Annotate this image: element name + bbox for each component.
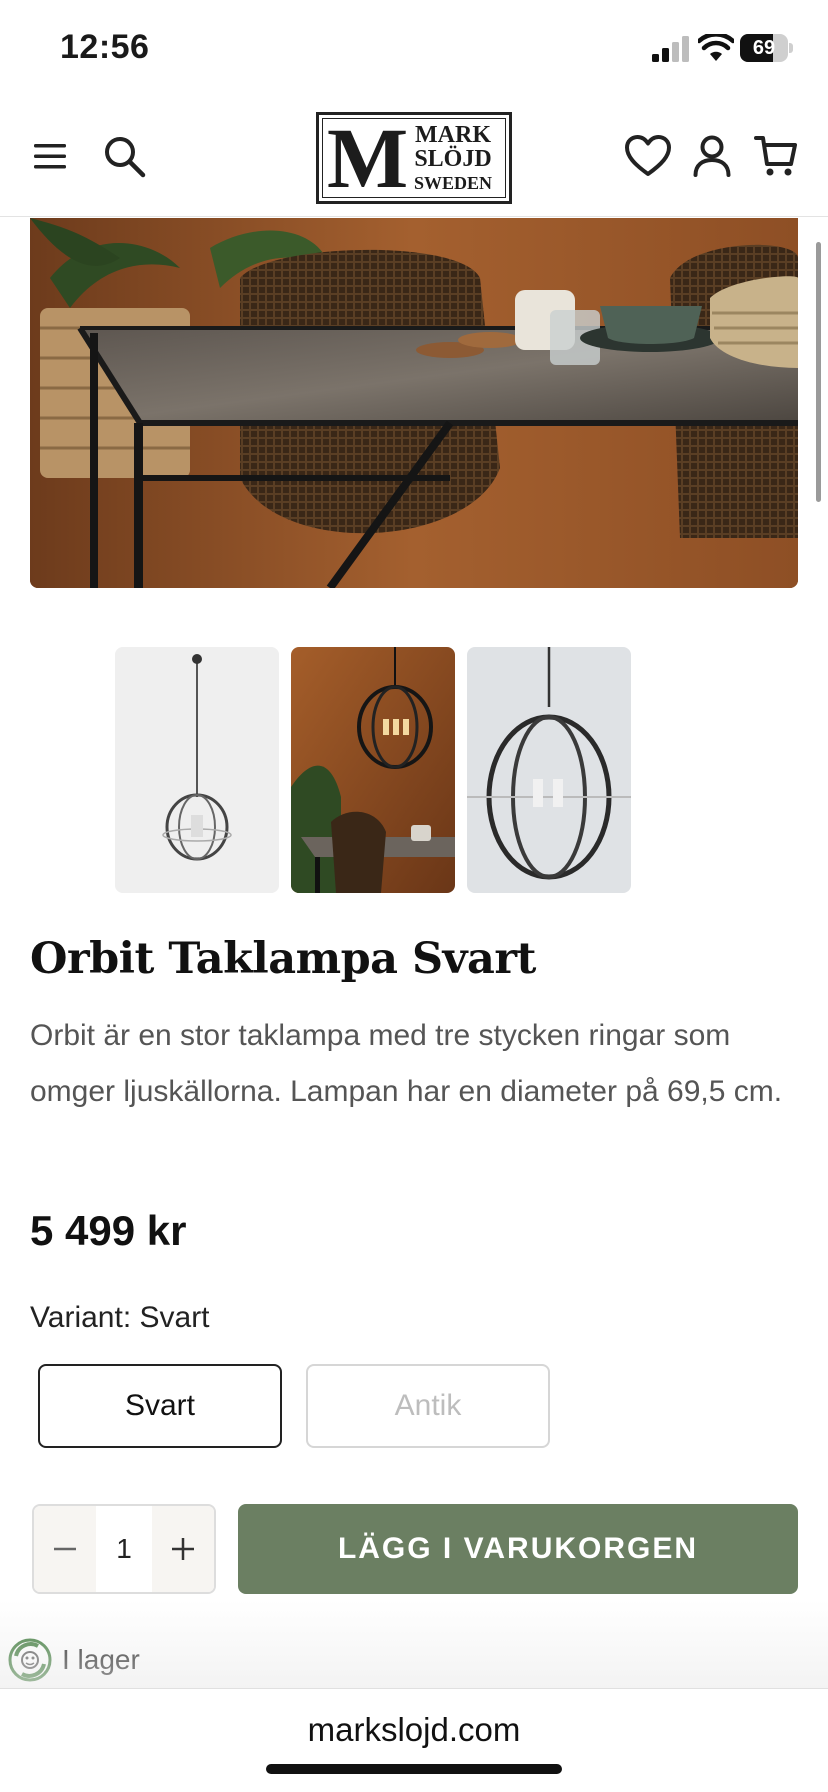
page-scrollbar[interactable] — [816, 242, 821, 502]
thumbnail-closeup[interactable] — [467, 647, 631, 893]
browser-url[interactable]: markslojd.com — [0, 1711, 828, 1749]
logo-wordmark: MARK SLÖJD SWEDEN — [413, 122, 493, 193]
account-icon[interactable] — [688, 132, 736, 180]
status-bar: 12:56 69 — [0, 0, 828, 100]
variant-option-label: Antik — [394, 1389, 462, 1422]
add-to-cart-label: LÄGG I VARUKORGEN — [337, 1532, 699, 1565]
quantity-stepper — [32, 1504, 216, 1594]
minus-icon — [54, 1547, 76, 1551]
variant-option-antik[interactable]: Antik — [306, 1364, 550, 1448]
cellular-signal-icon — [652, 36, 689, 62]
site-header: M MARK SLÖJD SWEDEN — [0, 100, 828, 217]
stock-status-text: I lager — [62, 1644, 140, 1675]
product-description: Orbit är en stor taklampa med tre stycke… — [30, 1019, 783, 1108]
variant-option-label: Svart — [124, 1389, 196, 1422]
stock-status: I lager — [8, 1638, 140, 1682]
battery-percent: 69 — [752, 37, 776, 59]
eco-badge-icon — [8, 1638, 52, 1682]
decrease-quantity-button[interactable] — [34, 1506, 96, 1592]
product-title: Orbit Taklampa Svart — [30, 934, 536, 984]
logo-letter: M — [327, 110, 409, 206]
increase-quantity-button[interactable] — [152, 1506, 214, 1592]
status-time: 12:56 — [60, 28, 150, 66]
heart-icon[interactable] — [624, 132, 672, 180]
plus-icon — [172, 1538, 194, 1560]
hero-product-image[interactable] — [30, 218, 798, 588]
thumbnail-white-background[interactable] — [115, 647, 279, 893]
variant-option-svart[interactable]: Svart — [38, 1364, 282, 1448]
battery-icon: 69 — [740, 34, 793, 62]
search-icon[interactable] — [100, 132, 148, 180]
product-price: 5 499 kr — [30, 1207, 187, 1254]
menu-icon[interactable] — [26, 132, 74, 180]
thumbnail-room-setting[interactable] — [291, 647, 455, 893]
home-indicator — [266, 1764, 562, 1774]
wifi-icon — [698, 34, 734, 61]
browser-url-bar[interactable]: markslojd.com — [0, 1688, 828, 1792]
quantity-input[interactable] — [96, 1506, 152, 1592]
add-to-cart-button[interactable]: LÄGG I VARUKORGEN — [238, 1504, 798, 1594]
brand-logo[interactable]: M MARK SLÖJD SWEDEN — [316, 112, 512, 204]
cart-icon[interactable] — [752, 132, 800, 180]
thumbnail-strip — [115, 647, 635, 893]
variant-label: Variant: Svart — [30, 1301, 210, 1334]
